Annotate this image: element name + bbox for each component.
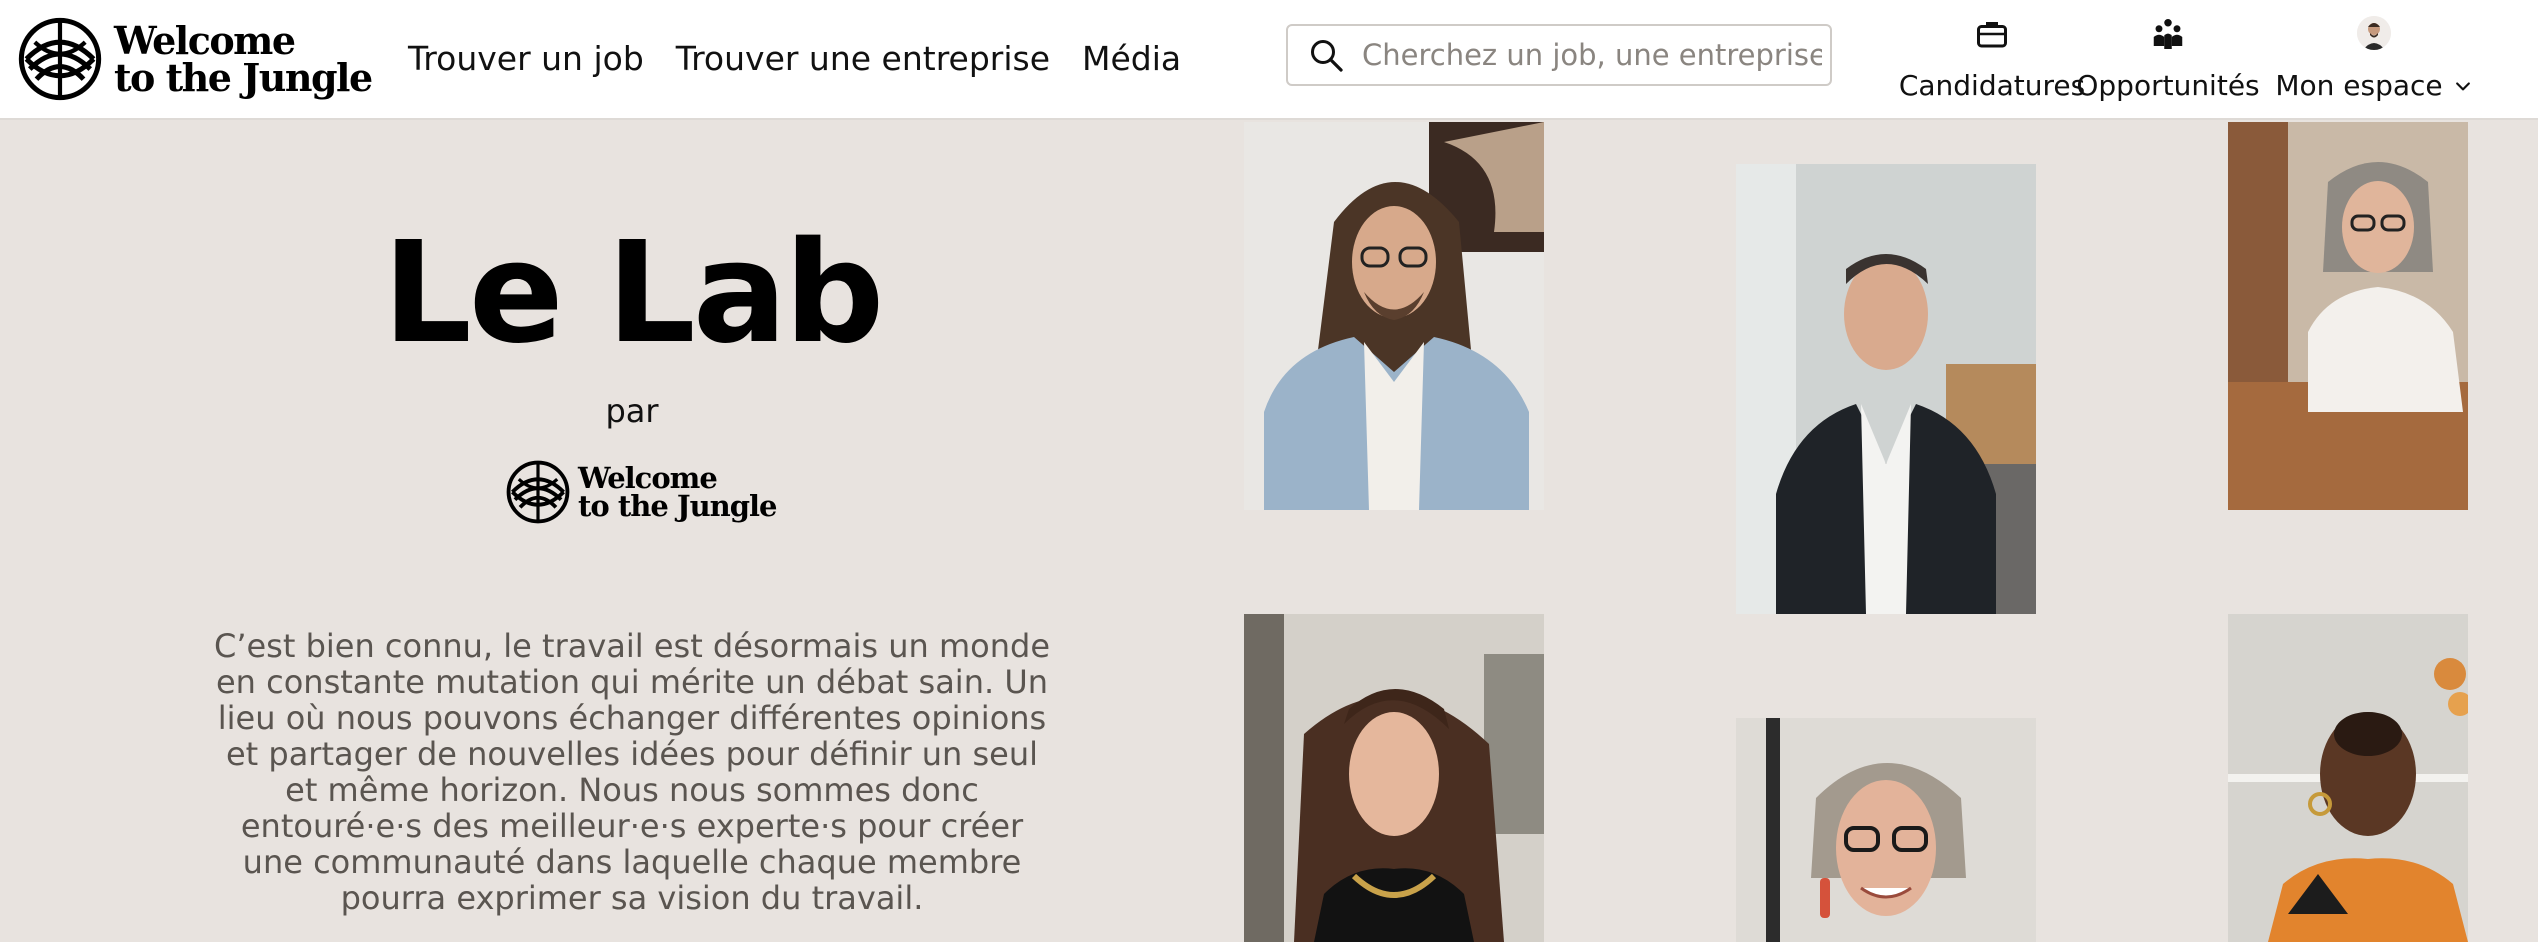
site-logo[interactable]: Welcome to the Jungle	[18, 16, 373, 102]
people-icon	[2153, 19, 2183, 49]
logo-line-2: to the Jungle	[114, 55, 373, 100]
hero-logo-line-2: to the Jungle	[578, 489, 777, 523]
jungle-logo-icon	[506, 460, 570, 524]
user-avatar-icon	[2357, 16, 2391, 50]
opportunites-link[interactable]: Opportunités	[2076, 16, 2260, 102]
chevron-down-icon	[2455, 81, 2470, 90]
par-label: par	[605, 392, 659, 430]
intro-paragraph: C’est bien connu, le travail est désorma…	[213, 627, 1051, 917]
jungle-logo-icon	[18, 17, 102, 101]
briefcase-icon	[1977, 22, 2007, 48]
expert-photo-3[interactable]	[2228, 122, 2468, 510]
hero-logo-line-1: Welcome	[578, 461, 718, 495]
main-nav: Trouver un job Trouver une entreprise Mé…	[408, 0, 1181, 116]
nav-trouver-une-entreprise[interactable]: Trouver une entreprise	[676, 39, 1050, 78]
mon-espace-label: Mon espace	[2275, 69, 2443, 102]
expert-photo-6[interactable]	[2228, 614, 2468, 942]
candidatures-link[interactable]: Candidatures	[1882, 16, 2102, 102]
nav-trouver-un-job[interactable]: Trouver un job	[408, 39, 644, 78]
page-title: Le Lab	[382, 212, 885, 375]
nav-media[interactable]: Média	[1082, 39, 1181, 78]
expert-photo-5[interactable]	[1736, 718, 2036, 942]
expert-photo-1[interactable]	[1244, 122, 1544, 510]
hero-logo-wordmark: Welcome to the Jungle	[578, 461, 777, 523]
expert-photo-2[interactable]	[1736, 164, 2036, 614]
logo-line-1: Welcome	[114, 18, 296, 63]
top-header: Welcome to the Jungle Trouver un job Tro…	[0, 0, 2538, 120]
mon-espace-row: Mon espace	[2275, 69, 2472, 102]
hero-logo: Welcome to the Jungle	[506, 460, 777, 524]
opportunites-label: Opportunités	[2076, 69, 2260, 102]
search-icon[interactable]	[1308, 37, 1344, 73]
search-input[interactable]	[1360, 37, 1824, 73]
expert-photo-4[interactable]	[1244, 614, 1544, 942]
logo-wordmark: Welcome to the Jungle	[114, 18, 373, 100]
search-box[interactable]	[1286, 24, 1832, 86]
mon-espace-menu[interactable]: Mon espace	[2275, 16, 2472, 102]
candidatures-label: Candidatures	[1898, 69, 2086, 102]
